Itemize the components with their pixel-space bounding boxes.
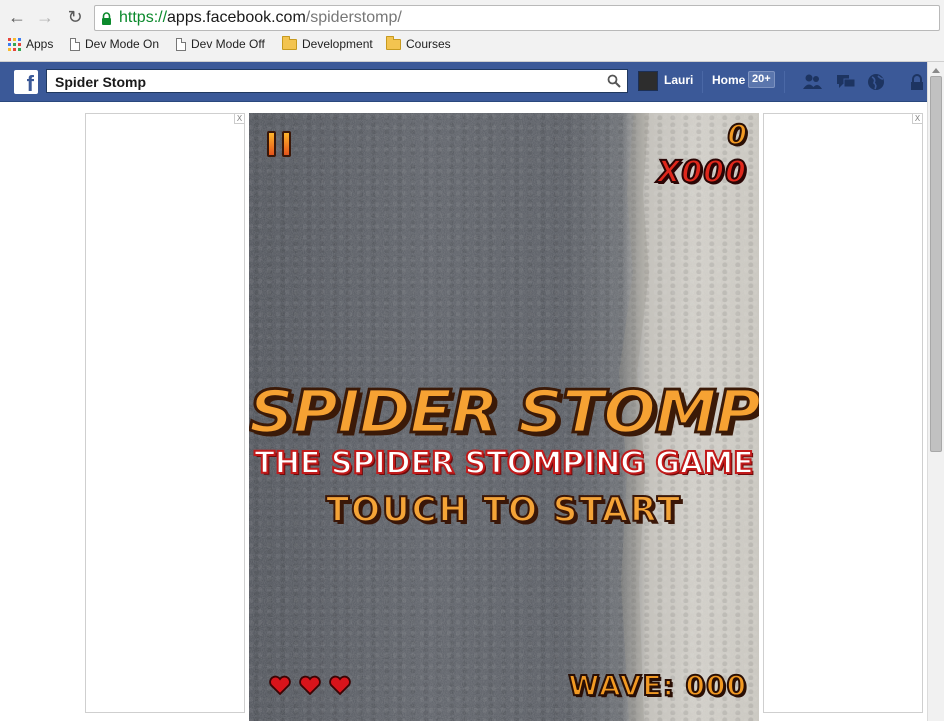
folder-icon — [386, 35, 401, 50]
bookmarks-bar: Apps Dev Mode On Dev Mode Off Developmen… — [0, 34, 944, 56]
pause-bar — [282, 131, 291, 157]
ad-banner-right[interactable]: X — [763, 113, 923, 713]
bookmark-label: Apps — [26, 37, 54, 51]
browser-toolbar: ← → ↻ https://apps.facebook.com/spiderst… — [0, 0, 944, 62]
bookmark-label: Dev Mode Off — [191, 37, 265, 51]
url-path: /spiderstomp/ — [305, 9, 402, 26]
pause-bar — [267, 131, 276, 157]
notifications-globe-icon[interactable] — [866, 72, 886, 92]
facebook-logo-icon[interactable]: f — [14, 70, 38, 94]
wave-counter: WAVE: 000 — [567, 668, 747, 703]
divider — [702, 71, 703, 93]
heart-icon — [329, 675, 351, 695]
bookmark-apps[interactable]: Apps — [8, 37, 53, 51]
game-title: SPIDER STOMP — [249, 375, 759, 447]
reload-icon[interactable]: ↻ — [64, 6, 86, 28]
folder-icon — [282, 35, 297, 50]
search-icon[interactable] — [607, 74, 621, 88]
bookmark-label: Courses — [406, 37, 451, 51]
heart-icon — [269, 675, 291, 695]
bookmark-label: Development — [302, 37, 373, 51]
page-icon — [176, 37, 186, 51]
scrollbar-thumb[interactable] — [930, 76, 942, 452]
apps-grid-icon — [8, 37, 21, 51]
touch-to-start-prompt[interactable]: TOUCH TO START — [249, 489, 759, 531]
game-subtitle: THE SPIDER STOMPING GAME — [253, 445, 754, 482]
privacy-lock-icon[interactable] — [910, 72, 924, 92]
heart-icon — [299, 675, 321, 695]
bookmark-dev-mode-off[interactable]: Dev Mode Off — [176, 37, 265, 51]
page-icon — [70, 37, 80, 51]
address-bar[interactable]: https://apps.facebook.com/spiderstomp/ — [94, 5, 940, 31]
facebook-header: f Spider Stomp Lauri Home 20+ — [0, 62, 944, 102]
messages-icon[interactable] — [836, 72, 856, 92]
bookmark-dev-mode-on[interactable]: Dev Mode On — [70, 37, 159, 51]
avatar[interactable] — [638, 71, 658, 91]
home-link[interactable]: Home — [712, 73, 745, 87]
lock-icon — [102, 12, 111, 25]
vertical-scrollbar[interactable] — [927, 62, 944, 721]
bookmark-folder-courses[interactable]: Courses — [386, 35, 451, 51]
score-counter: 0 — [726, 117, 748, 152]
url-protocol: https:// — [119, 9, 168, 26]
divider — [784, 71, 785, 93]
score-multiplier: X000 — [656, 154, 747, 191]
scroll-up-arrow-icon[interactable] — [932, 68, 940, 73]
game-canvas[interactable]: 0 X000 SPIDER STOMP THE SPIDER STOMPING … — [249, 113, 759, 721]
search-value: Spider Stomp — [55, 74, 147, 90]
search-input[interactable]: Spider Stomp — [46, 69, 628, 93]
ad-close-button[interactable]: X — [234, 114, 244, 124]
pause-button[interactable] — [267, 131, 295, 157]
bookmark-label: Dev Mode On — [85, 37, 160, 51]
friend-requests-icon[interactable] — [802, 72, 822, 92]
lives-indicator — [269, 675, 351, 695]
bookmark-folder-development[interactable]: Development — [282, 35, 373, 51]
url-text: https://apps.facebook.com/spiderstomp/ — [119, 9, 402, 27]
home-count-badge: 20+ — [748, 71, 775, 88]
ad-banner-left[interactable]: X — [85, 113, 245, 713]
forward-arrow-icon[interactable]: → — [34, 6, 56, 28]
ad-close-button[interactable]: X — [912, 114, 922, 124]
back-arrow-icon[interactable]: ← — [6, 6, 28, 28]
url-host: apps.facebook.com — [167, 9, 306, 26]
profile-name-link[interactable]: Lauri — [664, 73, 693, 87]
